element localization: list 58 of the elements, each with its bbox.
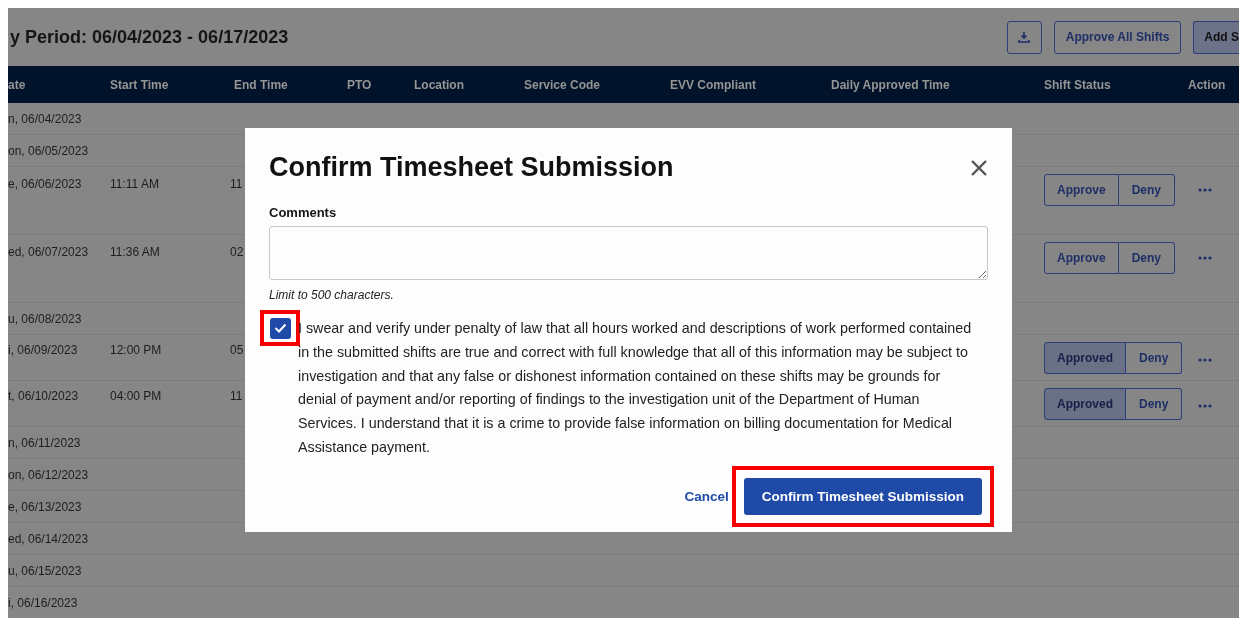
more-icon[interactable] <box>1198 404 1212 408</box>
deny-button[interactable]: Deny <box>1118 242 1176 274</box>
comments-label: Comments <box>269 205 338 220</box>
attestation-checkbox[interactable] <box>269 317 291 339</box>
table-cell: 11 <box>230 177 243 191</box>
table-cell: ed, 06/07/2023 <box>8 245 89 259</box>
table-cell: i, 06/09/2023 <box>8 343 78 357</box>
column-header: Service Code <box>524 77 602 92</box>
dialog-title: Confirm Timesheet Submission <box>269 152 674 183</box>
more-icon[interactable] <box>1198 188 1212 192</box>
character-limit-hint: Limit to 500 characters. <box>269 288 395 302</box>
table-cell: n, 06/11/2023 <box>8 436 81 450</box>
column-header: Daily Approved Time <box>831 77 951 92</box>
comments-field[interactable] <box>269 226 988 280</box>
approved-button[interactable]: Approved <box>1044 342 1126 374</box>
table-cell: n, 06/04/2023 <box>8 112 82 126</box>
table-cell: t, 06/10/2023 <box>8 389 79 403</box>
approve-all-button[interactable]: Approve All Shifts <box>1053 20 1182 54</box>
cancel-link[interactable]: Cancel <box>684 488 729 504</box>
column-header: Shift Status <box>1044 77 1112 92</box>
column-header: Location <box>414 77 465 92</box>
table-cell: u, 06/08/2023 <box>8 312 82 326</box>
more-icon[interactable] <box>1198 358 1212 362</box>
table-cell: 04:00 PM <box>110 389 162 403</box>
close-icon[interactable] <box>970 158 988 177</box>
more-icon[interactable] <box>1198 256 1212 260</box>
approved-button[interactable]: Approved <box>1044 388 1126 420</box>
table-cell: on, 06/05/2023 <box>8 144 89 158</box>
check-icon <box>273 323 287 333</box>
table-cell: 11 <box>230 389 243 403</box>
column-header: End Time <box>234 77 289 92</box>
column-header: EVV Compliant <box>670 77 757 92</box>
download-button[interactable] <box>1006 20 1042 54</box>
deny-button[interactable]: Deny <box>1126 388 1183 420</box>
table-cell: 11:36 AM <box>110 245 160 259</box>
table-cell: on, 06/12/2023 <box>8 468 89 482</box>
table-cell: e, 06/13/2023 <box>8 500 82 514</box>
table-cell: ed, 06/14/2023 <box>8 532 89 546</box>
table-cell: u, 06/15/2023 <box>8 564 82 578</box>
confirm-submission-button[interactable]: Confirm Timesheet Submission <box>743 477 982 515</box>
table-cell: e, 06/06/2023 <box>8 177 82 191</box>
column-header: Start Time <box>110 77 170 92</box>
deny-button[interactable]: Deny <box>1126 342 1183 374</box>
table-cell: 02 <box>230 245 244 259</box>
add-shift-button[interactable]: Add S <box>1193 20 1239 54</box>
deny-button[interactable]: Deny <box>1118 174 1176 206</box>
column-header: PTO <box>347 77 373 92</box>
attestation-text: I swear and verify under penalty of law that all hours worked and descriptions of work performed contained in the submitted shifts are true and correct with full knowledge that all of this information may be subject to investigation and that any false or dishonest information contained on these shifts may be grounds for denial of payment and/or reporting of findings to the investigation unit of the Department of Human Services. I understand that it is a crime to provide false information on billing documentation for Medical Assistance payment. <box>298 319 973 457</box>
table-cell: 05 <box>230 343 244 357</box>
table-cell: 11:11 AM <box>110 177 159 191</box>
column-header: Action <box>1188 77 1227 92</box>
column-header: ate <box>8 77 27 92</box>
table-cell: i, 06/16/2023 <box>8 596 78 610</box>
table-cell: 12:00 PM <box>110 343 162 357</box>
approve-button[interactable]: Approve <box>1044 174 1119 206</box>
approve-button[interactable]: Approve <box>1044 242 1119 274</box>
pay-period-title: y Period: 06/04/2023 - 06/17/2023 <box>9 26 289 48</box>
download-icon <box>1018 31 1031 43</box>
